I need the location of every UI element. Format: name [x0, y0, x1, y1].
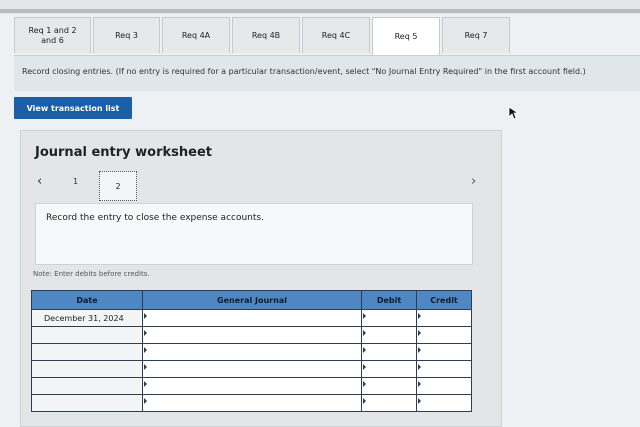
chevron-left-icon[interactable]: ‹	[37, 174, 42, 189]
date-cell[interactable]	[31, 360, 143, 378]
debit-input[interactable]	[361, 343, 417, 361]
date-cell[interactable]	[31, 326, 143, 344]
debit-input[interactable]	[361, 394, 417, 412]
page-1-link[interactable]: 1	[73, 177, 78, 186]
chevron-right-icon[interactable]: ›	[471, 174, 476, 189]
journal-table: Date General Journal Debit Credit Decemb…	[31, 290, 472, 412]
table-row: December 31, 2024	[31, 309, 472, 327]
credit-input[interactable]	[416, 343, 472, 361]
tab-req-4a[interactable]: Req 4A	[162, 17, 230, 53]
table-row	[31, 394, 472, 412]
entry-description: Record the entry to close the expense ac…	[46, 213, 264, 223]
account-input[interactable]	[142, 309, 362, 327]
date-cell[interactable]	[31, 377, 143, 395]
journal-header-row: Date General Journal Debit Credit	[31, 290, 472, 310]
instructions-text: Record closing entries. (If no entry is …	[14, 55, 640, 91]
general-journal-header: General Journal	[142, 290, 362, 310]
debit-credit-note: Note: Enter debits before credits.	[33, 270, 150, 278]
credit-input[interactable]	[416, 309, 472, 327]
credit-input[interactable]	[416, 360, 472, 378]
debit-input[interactable]	[361, 309, 417, 327]
debit-header: Debit	[361, 290, 417, 310]
view-transaction-list-button[interactable]: View transaction list	[14, 97, 132, 119]
tab-req-4b[interactable]: Req 4B	[232, 17, 300, 53]
credit-header: Credit	[416, 290, 472, 310]
account-input[interactable]	[142, 343, 362, 361]
journal-entry-worksheet: Journal entry worksheet ‹ 1 2 › Record t…	[20, 130, 502, 427]
account-input[interactable]	[142, 360, 362, 378]
table-row	[31, 377, 472, 395]
account-input[interactable]	[142, 326, 362, 344]
debit-input[interactable]	[361, 360, 417, 378]
date-cell[interactable]	[31, 394, 143, 412]
tab-req-4c[interactable]: Req 4C	[302, 17, 370, 53]
entry-description-box: Record the entry to close the expense ac…	[35, 203, 473, 265]
account-input[interactable]	[142, 394, 362, 412]
page-2-current[interactable]: 2	[99, 171, 137, 201]
debit-input[interactable]	[361, 377, 417, 395]
credit-input[interactable]	[416, 394, 472, 412]
worksheet-title: Journal entry worksheet	[35, 145, 212, 160]
credit-input[interactable]	[416, 377, 472, 395]
credit-input[interactable]	[416, 326, 472, 344]
account-input[interactable]	[142, 377, 362, 395]
tab-req-7[interactable]: Req 7	[442, 17, 510, 53]
table-row	[31, 360, 472, 378]
mouse-pointer-icon	[508, 106, 520, 120]
tab-req-5[interactable]: Req 5	[372, 17, 440, 55]
top-divider	[0, 9, 640, 13]
page-2-label: 2	[115, 181, 121, 191]
requirement-tabs: Req 1 and 2 and 6 Req 3 Req 4A Req 4B Re…	[14, 17, 512, 55]
date-cell[interactable]: December 31, 2024	[31, 309, 143, 327]
table-row	[31, 326, 472, 344]
date-header: Date	[31, 290, 143, 310]
date-cell[interactable]	[31, 343, 143, 361]
tab-req-3[interactable]: Req 3	[93, 17, 160, 53]
tab-req-1-2-6[interactable]: Req 1 and 2 and 6	[14, 17, 91, 53]
debit-input[interactable]	[361, 326, 417, 344]
table-row	[31, 343, 472, 361]
